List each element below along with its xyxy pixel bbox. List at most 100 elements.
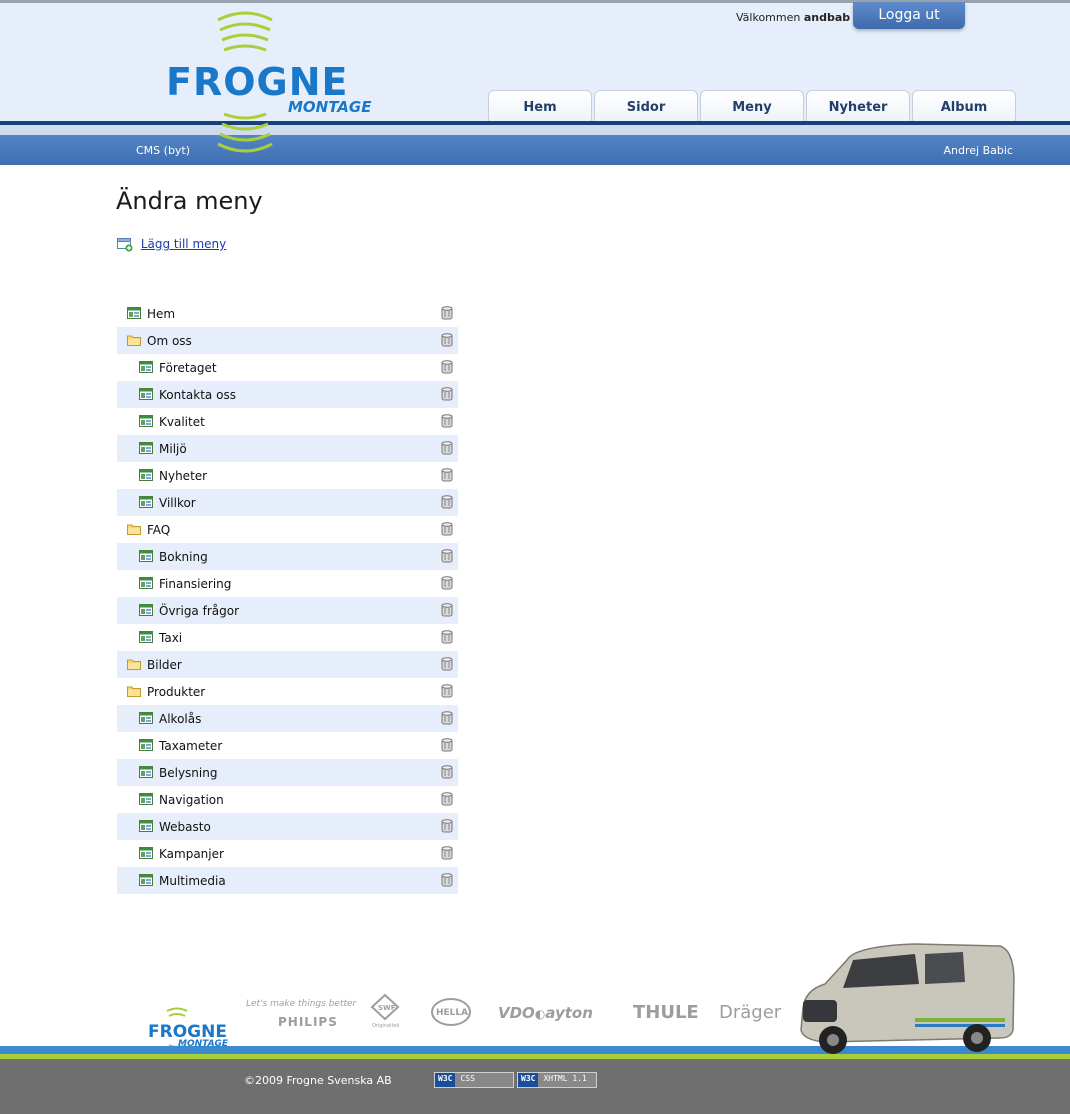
menu-row[interactable]: Kontakta oss — [117, 381, 458, 408]
menu-row[interactable]: Webasto — [117, 813, 458, 840]
delete-icon[interactable] — [441, 819, 453, 833]
philips-tagline: Let's make things better — [246, 999, 357, 1009]
delete-icon[interactable] — [441, 306, 453, 320]
menu-item-label[interactable]: Navigation — [159, 793, 224, 807]
menu-row[interactable]: Om oss — [117, 327, 458, 354]
menu-item-label[interactable]: Taxameter — [159, 739, 222, 753]
delete-icon[interactable] — [441, 495, 453, 509]
menu-item-label[interactable]: Webasto — [159, 820, 211, 834]
menu-item-label[interactable]: Nyheter — [159, 469, 207, 483]
menu-item-label[interactable]: Kontakta oss — [159, 388, 236, 402]
menu-item-label[interactable]: Bokning — [159, 550, 208, 564]
delete-icon[interactable] — [441, 684, 453, 698]
menu-row[interactable]: Övriga frågor — [117, 597, 458, 624]
menu-item-label[interactable]: Produkter — [147, 685, 205, 699]
page-icon — [139, 361, 153, 373]
menu-row[interactable]: Villkor — [117, 489, 458, 516]
menu-row[interactable]: Nyheter — [117, 462, 458, 489]
menu-item-label[interactable]: Belysning — [159, 766, 217, 780]
delete-icon[interactable] — [441, 738, 453, 752]
folder-icon — [127, 523, 141, 535]
page-icon — [139, 469, 153, 481]
delete-icon[interactable] — [441, 657, 453, 671]
add-menu-action: Lägg till meny — [117, 237, 226, 252]
delete-icon[interactable] — [441, 468, 453, 482]
delete-icon[interactable] — [441, 387, 453, 401]
vdo-text: VDO — [498, 1004, 535, 1022]
w3c-xhtml-badge[interactable]: W3C XHTML 1.1 — [517, 1072, 597, 1088]
sub-navigation-bar: CMS (byt) Andrej Babic — [0, 135, 1070, 165]
folder-icon — [127, 658, 141, 670]
menu-item-label[interactable]: Hem — [147, 307, 175, 321]
delete-icon[interactable] — [441, 846, 453, 860]
page-icon — [139, 820, 153, 832]
page-icon — [139, 442, 153, 454]
menu-row[interactable]: Taxameter — [117, 732, 458, 759]
menu-row[interactable]: FAQ — [117, 516, 458, 543]
menu-item-label[interactable]: Om oss — [147, 334, 192, 348]
menu-item-label[interactable]: Kvalitet — [159, 415, 205, 429]
menu-row[interactable]: Taxi — [117, 624, 458, 651]
w3c-css-badge[interactable]: W3C CSS — [434, 1072, 514, 1088]
copyright: ©2009 Frogne Svenska AB — [244, 1074, 392, 1087]
add-menu-link[interactable]: Lägg till meny — [141, 237, 226, 251]
tab-meny[interactable]: Meny — [700, 90, 804, 121]
delete-icon[interactable] — [441, 792, 453, 806]
page-icon — [139, 550, 153, 562]
page-icon — [139, 496, 153, 508]
delete-icon[interactable] — [441, 441, 453, 455]
w3c-xhtml-badge-w3: W3C — [518, 1073, 539, 1087]
menu-item-label[interactable]: Kampanjer — [159, 847, 224, 861]
menu-item-label[interactable]: Multimedia — [159, 874, 226, 888]
delete-icon[interactable] — [441, 333, 453, 347]
menu-item-label[interactable]: Taxi — [159, 631, 182, 645]
menu-row[interactable]: Belysning — [117, 759, 458, 786]
logout-button[interactable]: Logga ut — [853, 2, 965, 29]
tab-album[interactable]: Album — [912, 90, 1016, 121]
delete-icon[interactable] — [441, 765, 453, 779]
menu-item-label[interactable]: Företaget — [159, 361, 217, 375]
menu-row[interactable]: Företaget — [117, 354, 458, 381]
delete-icon[interactable] — [441, 711, 453, 725]
delete-icon[interactable] — [441, 873, 453, 887]
thule-logo: THULE — [633, 1002, 699, 1023]
add-menu-icon[interactable] — [117, 237, 133, 252]
page-icon — [139, 415, 153, 427]
menu-item-label[interactable]: Övriga frågor — [159, 604, 239, 618]
tab-nyheter[interactable]: Nyheter — [806, 90, 910, 121]
menu-row[interactable]: Bokning — [117, 543, 458, 570]
menu-item-label[interactable]: Miljö — [159, 442, 187, 456]
delete-icon[interactable] — [441, 522, 453, 536]
delete-icon[interactable] — [441, 360, 453, 374]
delete-icon[interactable] — [441, 549, 453, 563]
menu-row[interactable]: Bilder — [117, 651, 458, 678]
menu-item-label[interactable]: Alkolås — [159, 712, 201, 726]
delete-icon[interactable] — [441, 603, 453, 617]
menu-item-label[interactable]: FAQ — [147, 523, 170, 537]
swf-subtext: Originalteil — [372, 1023, 399, 1029]
menu-row[interactable]: Miljö — [117, 435, 458, 462]
menu-row[interactable]: Hem — [117, 300, 458, 327]
menu-row[interactable]: Alkolås — [117, 705, 458, 732]
menu-item-label[interactable]: Villkor — [159, 496, 196, 510]
cms-switch-link[interactable]: CMS (byt) — [136, 144, 190, 157]
delete-icon[interactable] — [441, 414, 453, 428]
page-icon — [139, 631, 153, 643]
tab-sidor[interactable]: Sidor — [594, 90, 698, 121]
header-gap — [0, 125, 1070, 135]
menu-row[interactable]: Kampanjer — [117, 840, 458, 867]
menu-row[interactable]: Finansiering — [117, 570, 458, 597]
menu-item-label[interactable]: Finansiering — [159, 577, 231, 591]
delete-icon[interactable] — [441, 576, 453, 590]
menu-item-label[interactable]: Bilder — [147, 658, 182, 672]
welcome-text: Välkommen andbab — [736, 11, 850, 24]
tab-hem[interactable]: Hem — [488, 90, 592, 121]
menu-row[interactable]: Produkter — [117, 678, 458, 705]
menu-row[interactable]: Multimedia — [117, 867, 458, 894]
drager-logo: Dräger — [719, 1002, 782, 1023]
menu-row[interactable]: Kvalitet — [117, 408, 458, 435]
delete-icon[interactable] — [441, 630, 453, 644]
site-logo-sub: MONTAGE — [288, 98, 372, 116]
swf-logo: SWF Originalteil — [370, 993, 400, 1029]
menu-row[interactable]: Navigation — [117, 786, 458, 813]
